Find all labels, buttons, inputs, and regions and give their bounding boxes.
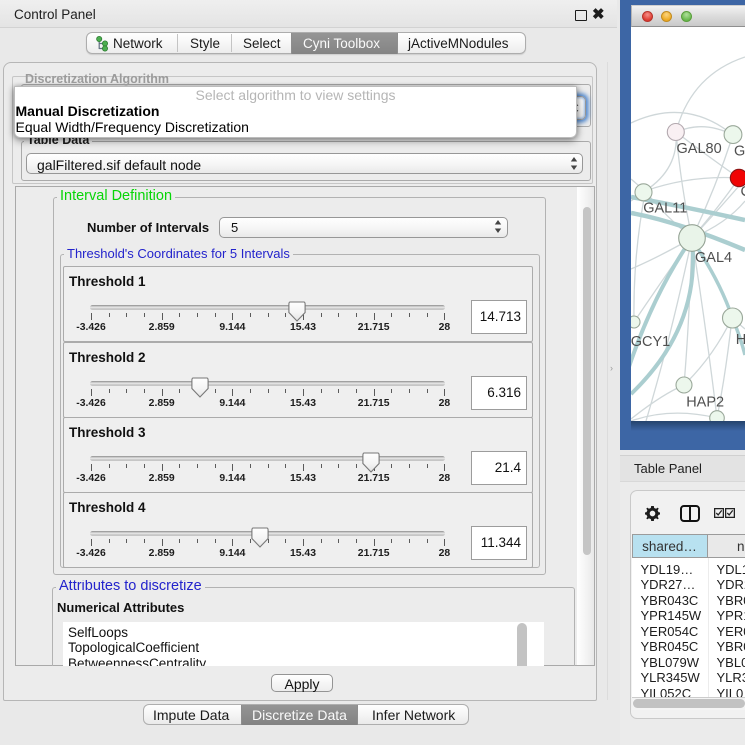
- svg-text:GA: GA: [734, 143, 745, 159]
- svg-text:H: H: [736, 332, 745, 348]
- svg-text:GAL80: GAL80: [677, 141, 722, 157]
- svg-text:GAL11: GAL11: [643, 200, 687, 216]
- svg-text:HAP2: HAP2: [686, 395, 724, 411]
- svg-text:GAL4: GAL4: [695, 250, 732, 266]
- svg-text:C: C: [741, 184, 745, 200]
- svg-text:GCY1: GCY1: [631, 334, 670, 350]
